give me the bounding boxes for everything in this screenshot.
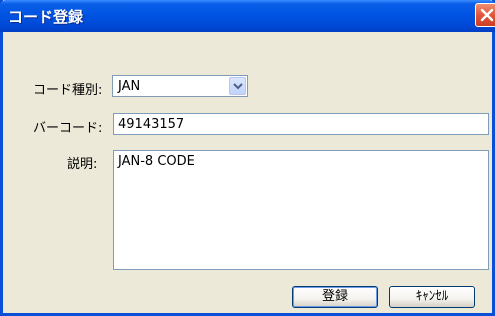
code-registration-dialog: コード登録 コード種別: JAN バーコード: 49143157 説明: JAN… bbox=[0, 0, 495, 316]
description-label: 説明: bbox=[67, 157, 98, 172]
close-button[interactable] bbox=[475, 3, 495, 27]
description-value: JAN-8 CODE bbox=[118, 154, 195, 169]
barcode-input[interactable]: 49143157 bbox=[113, 113, 489, 135]
code-type-label: コード種別: bbox=[33, 83, 103, 98]
code-type-select[interactable]: JAN bbox=[112, 75, 248, 97]
dialog-content: コード種別: JAN バーコード: 49143157 説明: JAN-8 COD… bbox=[3, 32, 492, 313]
description-textarea[interactable]: JAN-8 CODE bbox=[113, 150, 489, 270]
close-icon bbox=[480, 8, 494, 22]
register-button[interactable]: 登録 bbox=[292, 286, 378, 308]
code-type-dropdown-button[interactable] bbox=[229, 77, 246, 95]
title-bar[interactable]: コード登録 bbox=[0, 0, 495, 32]
chevron-down-icon bbox=[233, 83, 243, 90]
window-title: コード登録 bbox=[8, 8, 84, 26]
code-type-value: JAN bbox=[118, 79, 141, 94]
barcode-value: 49143157 bbox=[118, 117, 185, 132]
cancel-button[interactable]: ｷｬﾝｾﾙ bbox=[389, 286, 475, 308]
barcode-label: バーコード: bbox=[33, 121, 103, 136]
